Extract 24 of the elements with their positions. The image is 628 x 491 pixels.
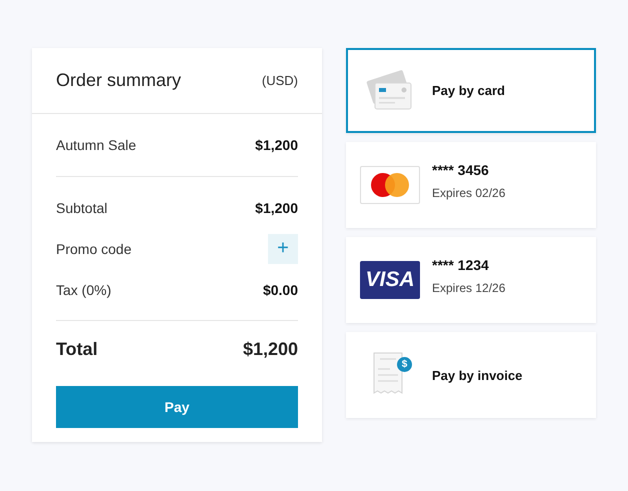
payment-option-label: Pay by card <box>432 83 505 98</box>
summary-label: Promo code <box>56 240 132 256</box>
item-label: Autumn Sale <box>56 137 136 153</box>
payment-option-label: Pay by invoice <box>432 368 522 382</box>
item-price: $1,200 <box>255 137 298 153</box>
payment-option[interactable]: **** 3456 Expires 02/26 <box>346 142 596 228</box>
card-expiry: Expires 12/26 <box>432 281 506 295</box>
payment-option[interactable]: VISA **** 1234 Expires 12/26 <box>346 237 596 323</box>
payment-option[interactable]: Pay by card <box>346 48 596 133</box>
card-expiry: Expires 02/26 <box>432 186 506 200</box>
payment-option[interactable]: $ Pay by invoice <box>346 332 596 418</box>
mastercard-logo <box>360 166 420 204</box>
currency-label: (USD) <box>262 73 298 88</box>
summary-title: Order summary <box>56 70 182 91</box>
total-amount: $1,200 <box>242 339 298 360</box>
total-label: Total <box>56 339 98 360</box>
summary-label: Subtotal <box>56 200 108 216</box>
pay-button[interactable]: Pay <box>56 386 298 428</box>
summary-amount: $1,200 <box>255 200 298 216</box>
card-number: **** 1234 <box>432 257 490 273</box>
card-number: **** 3456 <box>432 162 490 178</box>
summary-amount: $0.00 <box>262 282 298 298</box>
summary-label: Tax (0%) <box>56 282 112 298</box>
visa-logo: VISA <box>360 261 420 299</box>
